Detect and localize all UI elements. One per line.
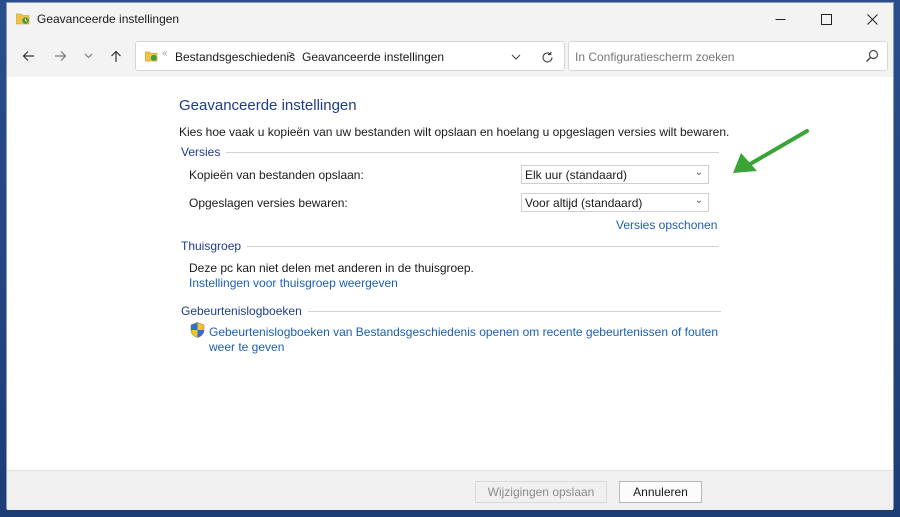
group-header-thuisgroep: Thuisgroep xyxy=(181,239,719,253)
breadcrumb-separator[interactable]: > xyxy=(288,49,294,61)
arrow-right-icon xyxy=(54,51,66,61)
open-event-logs-link-continued[interactable]: weer te geven xyxy=(209,340,284,354)
footer-bar: Wijzigingen opslaan Annuleren xyxy=(7,470,893,510)
address-history-dropdown[interactable] xyxy=(506,47,526,67)
chevron-down-icon xyxy=(84,53,92,59)
group-title-versies: Versies xyxy=(181,145,221,159)
address-bar[interactable]: « Bestandsgeschiedenis > Geavanceerde in… xyxy=(135,41,565,71)
close-icon xyxy=(866,13,878,25)
save-changes-button[interactable]: Wijzigingen opslaan xyxy=(475,481,607,503)
arrow-up-icon xyxy=(111,50,121,62)
file-history-folder-icon xyxy=(145,51,158,62)
address-overflow-separator[interactable]: « xyxy=(162,48,168,59)
main-content: Geavanceerde instellingen Kies hoe vaak … xyxy=(7,77,893,470)
group-divider xyxy=(307,310,721,312)
chevron-down-icon xyxy=(511,54,521,60)
maximize-icon xyxy=(820,13,832,25)
arrow-left-icon xyxy=(22,51,34,61)
group-title-event-logs: Gebeurtenislogboeken xyxy=(181,304,302,318)
file-history-app-icon xyxy=(16,13,30,25)
refresh-icon xyxy=(541,51,553,62)
forward-button[interactable] xyxy=(47,43,73,69)
open-event-logs-link[interactable]: Gebeurtenislogboeken van Bestandsgeschie… xyxy=(209,325,718,339)
window-title: Geavanceerde instellingen xyxy=(37,12,180,26)
cancel-button[interactable]: Annuleren xyxy=(619,481,702,503)
file-history-advanced-settings-window: Geavanceerde instellingen « Bestandsgesc… xyxy=(6,2,894,510)
clean-up-versions-link[interactable]: Versies opschonen xyxy=(616,218,717,232)
minimize-button[interactable] xyxy=(757,3,803,35)
chevron-down-icon: ⌄ xyxy=(694,167,703,178)
navigation-bar: « Bestandsgeschiedenis > Geavanceerde in… xyxy=(7,35,893,77)
minimize-icon xyxy=(775,18,785,20)
copies-frequency-label: Kopieën van bestanden opslaan: xyxy=(189,168,364,182)
page-title: Geavanceerde instellingen xyxy=(179,97,357,114)
homegroup-status-text: Deze pc kan niet delen met anderen in de… xyxy=(189,261,474,275)
title-bar: Geavanceerde instellingen xyxy=(7,3,893,35)
up-button[interactable] xyxy=(103,43,129,69)
keep-versions-label: Opgeslagen versies bewaren: xyxy=(189,196,348,210)
keep-versions-value: Voor altijd (standaard) xyxy=(525,196,643,210)
close-button[interactable] xyxy=(849,3,895,35)
back-button[interactable] xyxy=(15,43,41,69)
copies-frequency-select[interactable]: Elk uur (standaard) ⌄ xyxy=(521,165,709,184)
group-divider xyxy=(226,151,720,153)
search-icon[interactable] xyxy=(865,49,879,63)
recent-locations-button[interactable] xyxy=(75,43,101,69)
search-input[interactable]: In Configuratiescherm zoeken xyxy=(568,41,888,71)
group-divider xyxy=(247,245,719,247)
page-description: Kies hoe vaak u kopieën van uw bestanden… xyxy=(179,125,730,139)
maximize-button[interactable] xyxy=(803,3,849,35)
uac-shield-icon xyxy=(190,322,205,338)
keep-versions-select[interactable]: Voor altijd (standaard) ⌄ xyxy=(521,193,709,212)
breadcrumb-file-history[interactable]: Bestandsgeschiedenis xyxy=(175,50,295,64)
annotation-arrow-icon xyxy=(733,129,809,173)
copies-frequency-value: Elk uur (standaard) xyxy=(525,168,628,182)
chevron-down-icon: ⌄ xyxy=(694,195,703,206)
group-title-thuisgroep: Thuisgroep xyxy=(181,239,242,253)
group-header-versies: Versies xyxy=(181,145,720,159)
breadcrumb-advanced-settings[interactable]: Geavanceerde instellingen xyxy=(302,50,444,64)
group-header-event-logs: Gebeurtenislogboeken xyxy=(181,304,721,318)
refresh-button[interactable] xyxy=(536,47,558,67)
search-placeholder: In Configuratiescherm zoeken xyxy=(575,50,735,64)
homegroup-settings-link[interactable]: Instellingen voor thuisgroep weergeven xyxy=(189,276,398,290)
